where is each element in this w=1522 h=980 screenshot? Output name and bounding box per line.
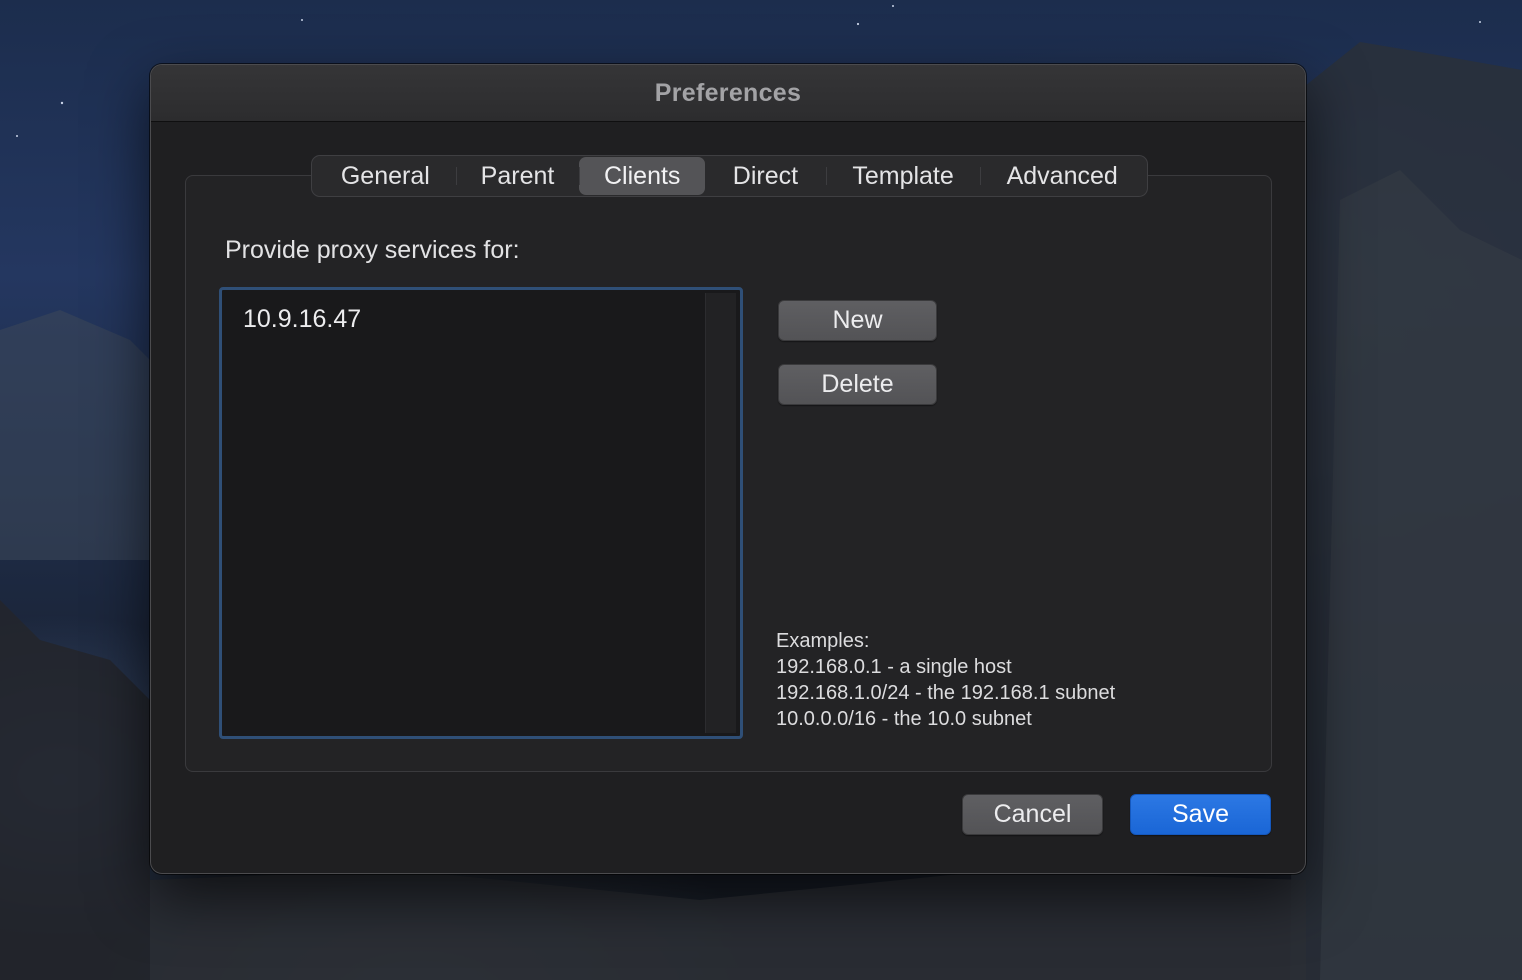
tab-advanced[interactable]: Advanced [980, 157, 1144, 195]
scrollbar[interactable] [705, 293, 736, 733]
example-line: 10.0.0.0/16 - the 10.0 subnet [776, 708, 1032, 730]
tab-clients[interactable]: Clients [579, 157, 706, 195]
tab-parent[interactable]: Parent [455, 157, 580, 195]
example-line: 192.168.1.0/24 - the 192.168.1 subnet [776, 682, 1116, 704]
tab-direct[interactable]: Direct [705, 157, 826, 195]
clients-list-body: 10.9.16.47 [226, 293, 736, 733]
examples-text: Examples: 192.168.0.1 - a single host 19… [776, 628, 1115, 732]
titlebar[interactable]: Preferences [151, 65, 1305, 122]
new-button[interactable]: New [778, 300, 937, 341]
tab-template[interactable]: Template [825, 157, 981, 195]
preferences-window: Preferences General Parent Clients Direc… [150, 64, 1306, 874]
tab-bar: General Parent Clients Direct Template A… [311, 155, 1148, 197]
window-title: Preferences [654, 78, 802, 107]
clients-list[interactable]: 10.9.16.47 [219, 287, 743, 739]
delete-button[interactable]: Delete [778, 364, 937, 405]
tab-general[interactable]: General [315, 157, 456, 195]
save-button[interactable]: Save [1130, 794, 1271, 835]
example-line: 192.168.0.1 - a single host [776, 656, 1012, 678]
cancel-button[interactable]: Cancel [962, 794, 1103, 835]
list-item[interactable]: 10.9.16.47 [243, 305, 361, 334]
examples-heading: Examples: [776, 630, 870, 652]
clients-heading: Provide proxy services for: [225, 236, 520, 264]
